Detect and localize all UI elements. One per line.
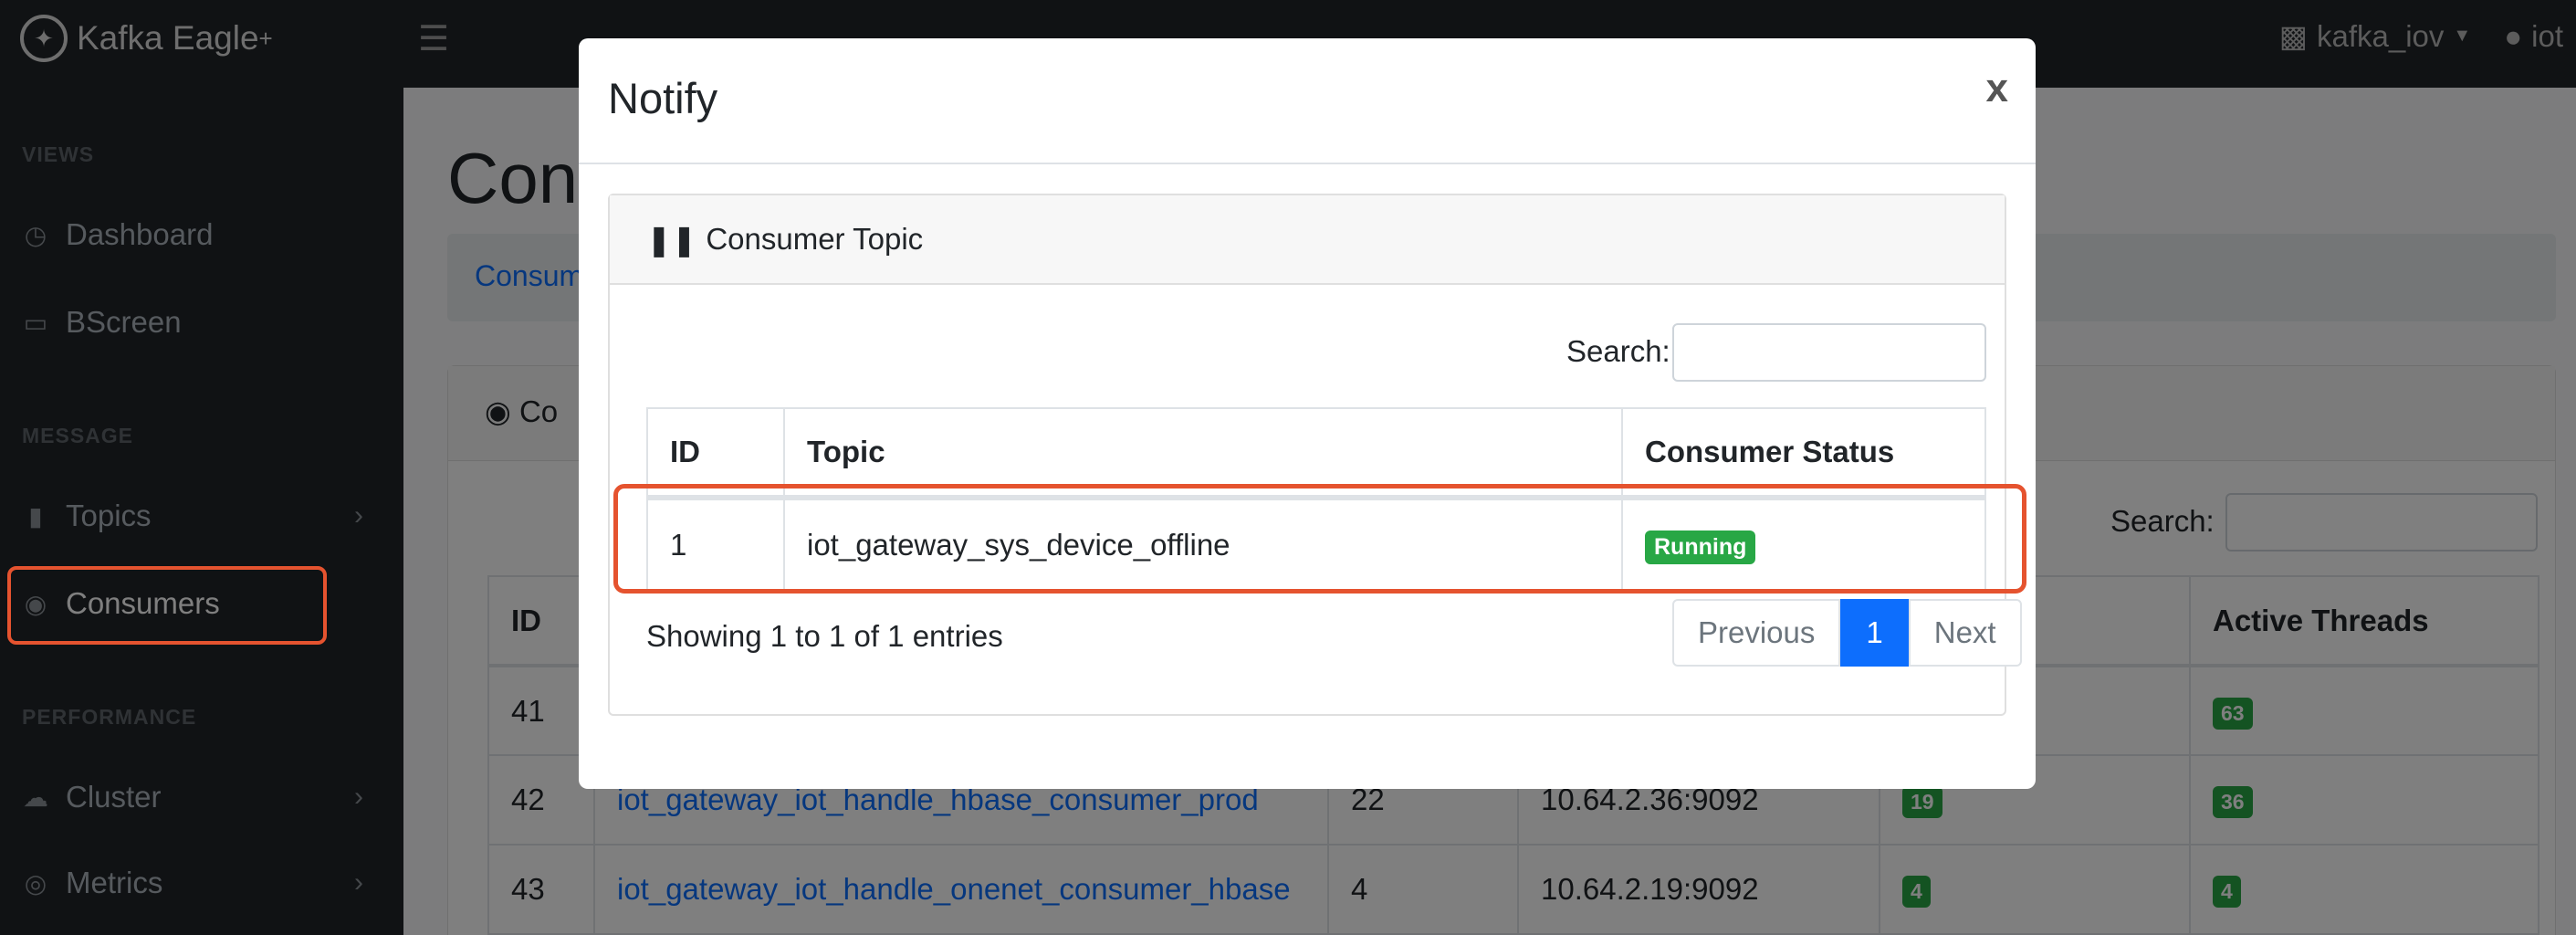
close-icon[interactable]: x xyxy=(1986,66,2008,111)
annotation-highlight-consumers xyxy=(7,566,327,645)
next-button[interactable]: Next xyxy=(1908,599,2022,667)
modal-header: Notify x xyxy=(579,38,2036,164)
notify-modal: Notify x ❚❚ Consumer Topic Search: ID To… xyxy=(579,38,2036,789)
card-title: Consumer Topic xyxy=(706,222,924,256)
table-info: Showing 1 to 1 of 1 entries xyxy=(646,619,1003,653)
pagination: Previous 1 Next xyxy=(1672,599,2022,667)
annotation-highlight-row xyxy=(613,484,2026,594)
card-header: ❚❚ Consumer Topic xyxy=(610,195,2005,285)
comments-icon: ❚❚ xyxy=(646,222,697,257)
search-input[interactable] xyxy=(1672,323,1986,382)
previous-button[interactable]: Previous xyxy=(1672,599,1841,667)
search-label: Search: xyxy=(1566,334,1670,368)
modal-title: Notify xyxy=(608,74,718,122)
page-1-button[interactable]: 1 xyxy=(1840,599,1909,667)
consumer-topic-card: ❚❚ Consumer Topic Search: ID Topic Consu… xyxy=(608,194,2022,716)
